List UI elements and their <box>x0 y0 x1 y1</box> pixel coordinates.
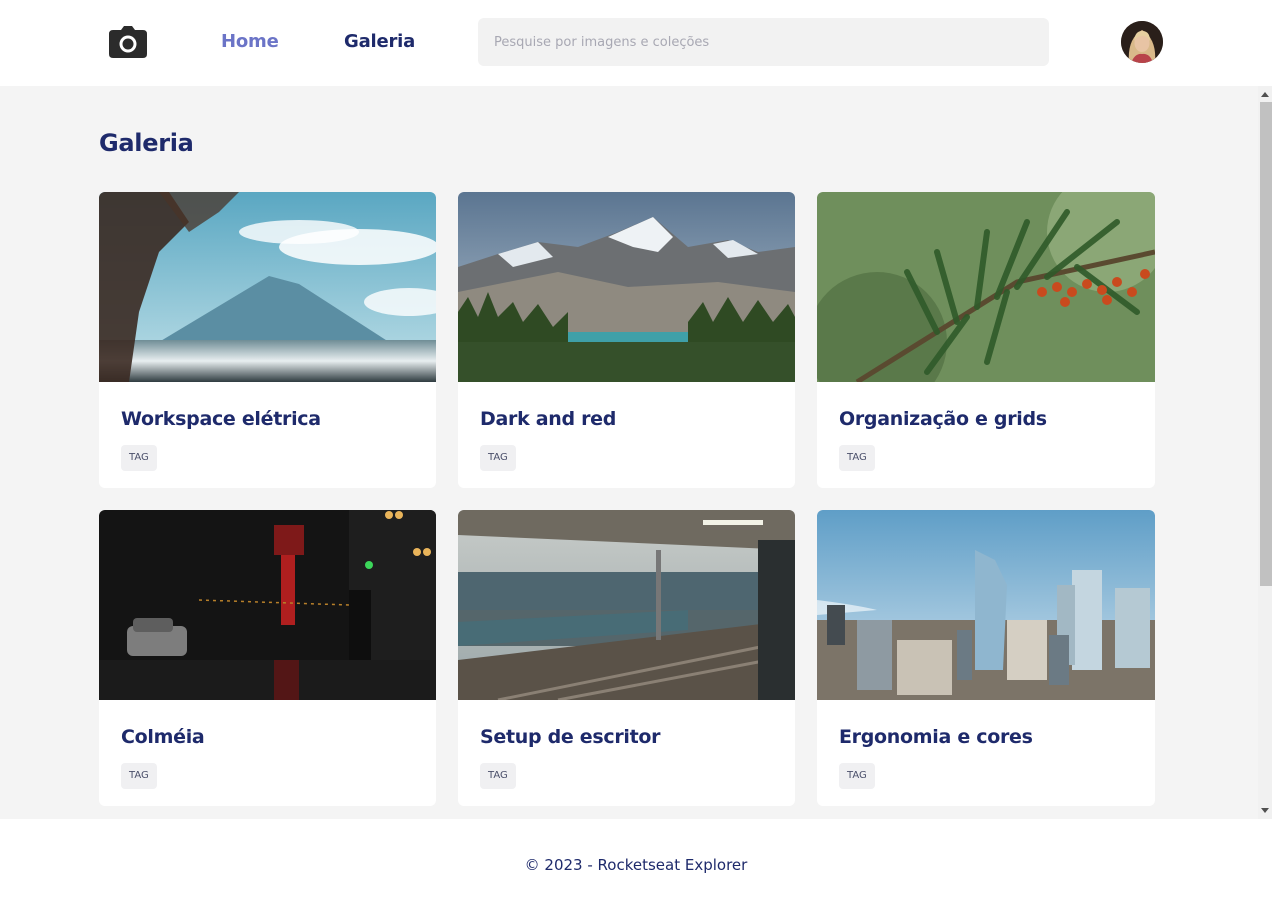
card-image-lake-mountain <box>99 192 436 382</box>
user-avatar[interactable] <box>1121 21 1163 63</box>
scroll-down-icon[interactable] <box>1261 808 1269 813</box>
nav-galeria-link[interactable]: Galeria <box>344 31 415 52</box>
card-title: Workspace elétrica <box>121 408 321 430</box>
vertical-scrollbar[interactable] <box>1258 86 1272 819</box>
card-image-berries <box>817 192 1155 382</box>
card-title: Organização e grids <box>839 408 1047 430</box>
gallery-card[interactable]: Setup de escritor TAG <box>458 510 795 806</box>
card-image-mountains <box>458 192 795 382</box>
nav-home-link[interactable]: Home <box>221 31 279 52</box>
gallery-card[interactable]: Dark and red TAG <box>458 192 795 488</box>
card-title: Colméia <box>121 726 205 748</box>
card-title: Setup de escritor <box>480 726 661 748</box>
card-title: Dark and red <box>480 408 617 430</box>
card-tag[interactable]: TAG <box>121 445 157 471</box>
scrollbar-thumb[interactable] <box>1260 102 1272 586</box>
gallery-card[interactable]: Ergonomia e cores TAG <box>817 510 1155 806</box>
search-input[interactable] <box>478 18 1049 66</box>
card-tag[interactable]: TAG <box>480 445 516 471</box>
gallery-section: Galeria Workspace elétrica TAG Dark and … <box>0 86 1272 819</box>
card-tag[interactable]: TAG <box>480 763 516 789</box>
page-title: Galeria <box>99 129 194 157</box>
camera-icon[interactable] <box>109 26 147 58</box>
footer: © 2023 - Rocketseat Explorer <box>0 819 1272 908</box>
gallery-card[interactable]: Organização e grids TAG <box>817 192 1155 488</box>
card-tag[interactable]: TAG <box>839 763 875 789</box>
scroll-up-icon[interactable] <box>1261 92 1269 97</box>
card-image-train-platform <box>458 510 795 700</box>
card-tag[interactable]: TAG <box>839 445 875 471</box>
card-image-city-skyline <box>817 510 1155 700</box>
card-title: Ergonomia e cores <box>839 726 1033 748</box>
gallery-card[interactable]: Workspace elétrica TAG <box>99 192 436 488</box>
footer-copyright: © 2023 - Rocketseat Explorer <box>524 856 748 874</box>
card-tag[interactable]: TAG <box>121 763 157 789</box>
card-image-night-street <box>99 510 436 700</box>
gallery-card[interactable]: Colméia TAG <box>99 510 436 806</box>
header: Home Galeria <box>0 0 1272 86</box>
